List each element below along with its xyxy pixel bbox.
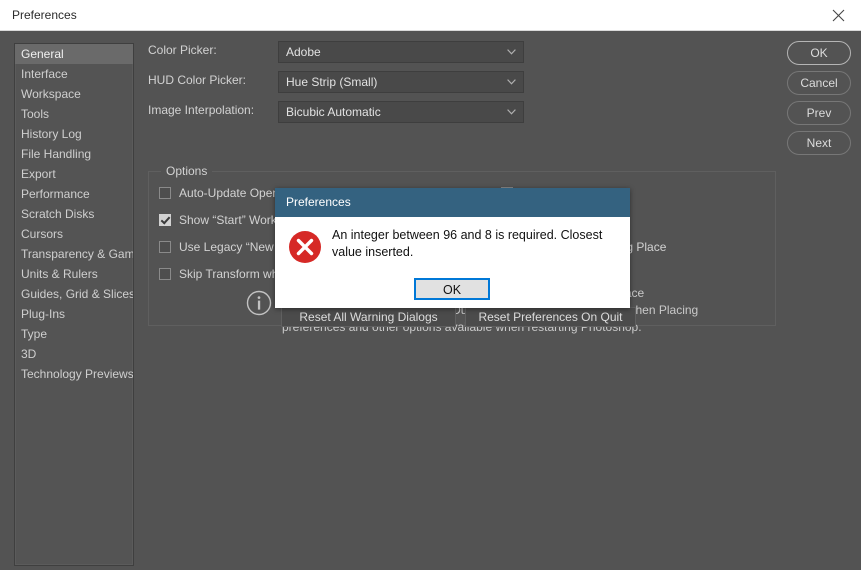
sidebar-item-label: Performance [21, 187, 90, 201]
chevron-down-icon [507, 109, 516, 115]
sidebar-item-label: 3D [21, 347, 37, 361]
sidebar-item-label: General [21, 47, 64, 61]
select-image-interpolation[interactable]: Bicubic Automatic [278, 101, 524, 123]
next-button[interactable]: Next [787, 131, 851, 155]
select-hud-color-picker[interactable]: Hue Strip (Small) [278, 71, 524, 93]
modal-ok-button[interactable]: OK [414, 278, 490, 300]
cancel-button[interactable]: Cancel [787, 71, 851, 95]
preferences-window-body: General Interface Workspace Tools History Lo… [0, 31, 861, 570]
chevron-down-icon [507, 49, 516, 55]
checkbox-auto-update-open-documents[interactable] [159, 187, 171, 199]
sidebar-item-transparency-gamut[interactable]: Transparency & Gamut [15, 244, 133, 264]
info-circle-icon [246, 290, 272, 316]
sidebar-item-label: Technology Previews [21, 367, 133, 381]
sidebar-item-label: History Log [21, 127, 82, 141]
window-title: Preferences [12, 8, 77, 22]
prev-button[interactable]: Prev [787, 101, 851, 125]
category-list[interactable]: General Interface Workspace Tools History Lo… [15, 44, 133, 565]
options-legend: Options [161, 164, 213, 178]
form-row-hud-color-picker: HUD Color Picker: Hue Strip (Small) [148, 71, 524, 93]
modal-titlebar: Preferences [275, 188, 630, 217]
sidebar-item-label: File Handling [21, 147, 92, 161]
sidebar-item-plug-ins[interactable]: Plug-Ins [15, 304, 133, 324]
select-hud-color-picker-value: Hue Strip (Small) [286, 75, 378, 89]
sidebar-item-label: Tools [21, 107, 50, 121]
reset-all-warning-dialogs-button[interactable]: Reset All Warning Dialogs [281, 307, 456, 327]
sidebar-item-file-handling[interactable]: File Handling [15, 144, 133, 164]
checkbox-skip-transform-when-placing[interactable] [159, 268, 171, 280]
sidebar-item-workspace[interactable]: Workspace [15, 84, 133, 104]
select-image-interpolation-value: Bicubic Automatic [286, 105, 381, 119]
sidebar-item-export[interactable]: Export [15, 164, 133, 184]
sidebar-item-tools[interactable]: Tools [15, 104, 133, 124]
sidebar-item-general[interactable]: General [15, 44, 133, 64]
sidebar-item-label: Workspace [21, 87, 81, 101]
sidebar-item-history-log[interactable]: History Log [15, 124, 133, 144]
label-image-interpolation: Image Interpolation: [148, 103, 255, 117]
label-hud-color-picker: HUD Color Picker: [148, 73, 247, 87]
sidebar-item-guides-grid-slices[interactable]: Guides, Grid & Slices [15, 284, 133, 304]
window-titlebar: Preferences [0, 0, 861, 31]
sidebar-item-cursors[interactable]: Cursors [15, 224, 133, 244]
sidebar-item-label: Export [21, 167, 56, 181]
dialog-action-buttons: OK Cancel Prev Next [787, 41, 851, 161]
sidebar-item-units-rulers[interactable]: Units & Rulers [15, 264, 133, 284]
modal-message: An integer between 96 and 8 is required.… [332, 228, 603, 259]
sidebar-item-label: Plug-Ins [21, 307, 66, 321]
sidebar-item-type[interactable]: Type [15, 324, 133, 344]
chevron-down-icon [507, 79, 516, 85]
sidebar-item-label: Transparency & Gamut [21, 247, 133, 261]
reset-preferences-on-quit-button[interactable]: Reset Preferences On Quit [465, 307, 636, 327]
sidebar-item-performance[interactable]: Performance [15, 184, 133, 204]
close-icon[interactable] [815, 0, 861, 30]
checkbox-use-legacy-new-document-interface[interactable] [159, 241, 171, 253]
sidebar-item-label: Guides, Grid & Slices [21, 287, 133, 301]
ok-button[interactable]: OK [787, 41, 851, 65]
sidebar-item-interface[interactable]: Interface [15, 64, 133, 84]
sidebar-item-label: Type [21, 327, 48, 341]
sidebar-item-label: Interface [21, 67, 68, 81]
sidebar-item-label: Cursors [21, 227, 64, 241]
sidebar-item-label: Units & Rulers [21, 267, 98, 281]
sidebar-item-3d[interactable]: 3D [15, 344, 133, 364]
form-row-image-interpolation: Image Interpolation: Bicubic Automatic [148, 101, 524, 123]
checkbox-show-start-workspace-when-no-documents-a[interactable] [159, 214, 171, 226]
modal-body: An integer between 96 and 8 is required.… [275, 217, 630, 308]
sidebar-item-technology-previews[interactable]: Technology Previews [15, 364, 133, 384]
error-modal-dialog: Preferences An integer between 96 and 8 … [275, 188, 630, 308]
error-circle-x-icon [289, 231, 321, 263]
select-color-picker[interactable]: Adobe [278, 41, 524, 63]
close-icon-glyph [832, 9, 844, 21]
category-sidebar: General Interface Workspace Tools History Lo… [14, 43, 134, 566]
sidebar-item-label: Scratch Disks [21, 207, 95, 221]
sidebar-item-scratch-disks[interactable]: Scratch Disks [15, 204, 133, 224]
select-color-picker-value: Adobe [286, 45, 321, 59]
form-row-color-picker: Color Picker: Adobe [148, 41, 524, 63]
label-color-picker: Color Picker: [148, 43, 217, 57]
